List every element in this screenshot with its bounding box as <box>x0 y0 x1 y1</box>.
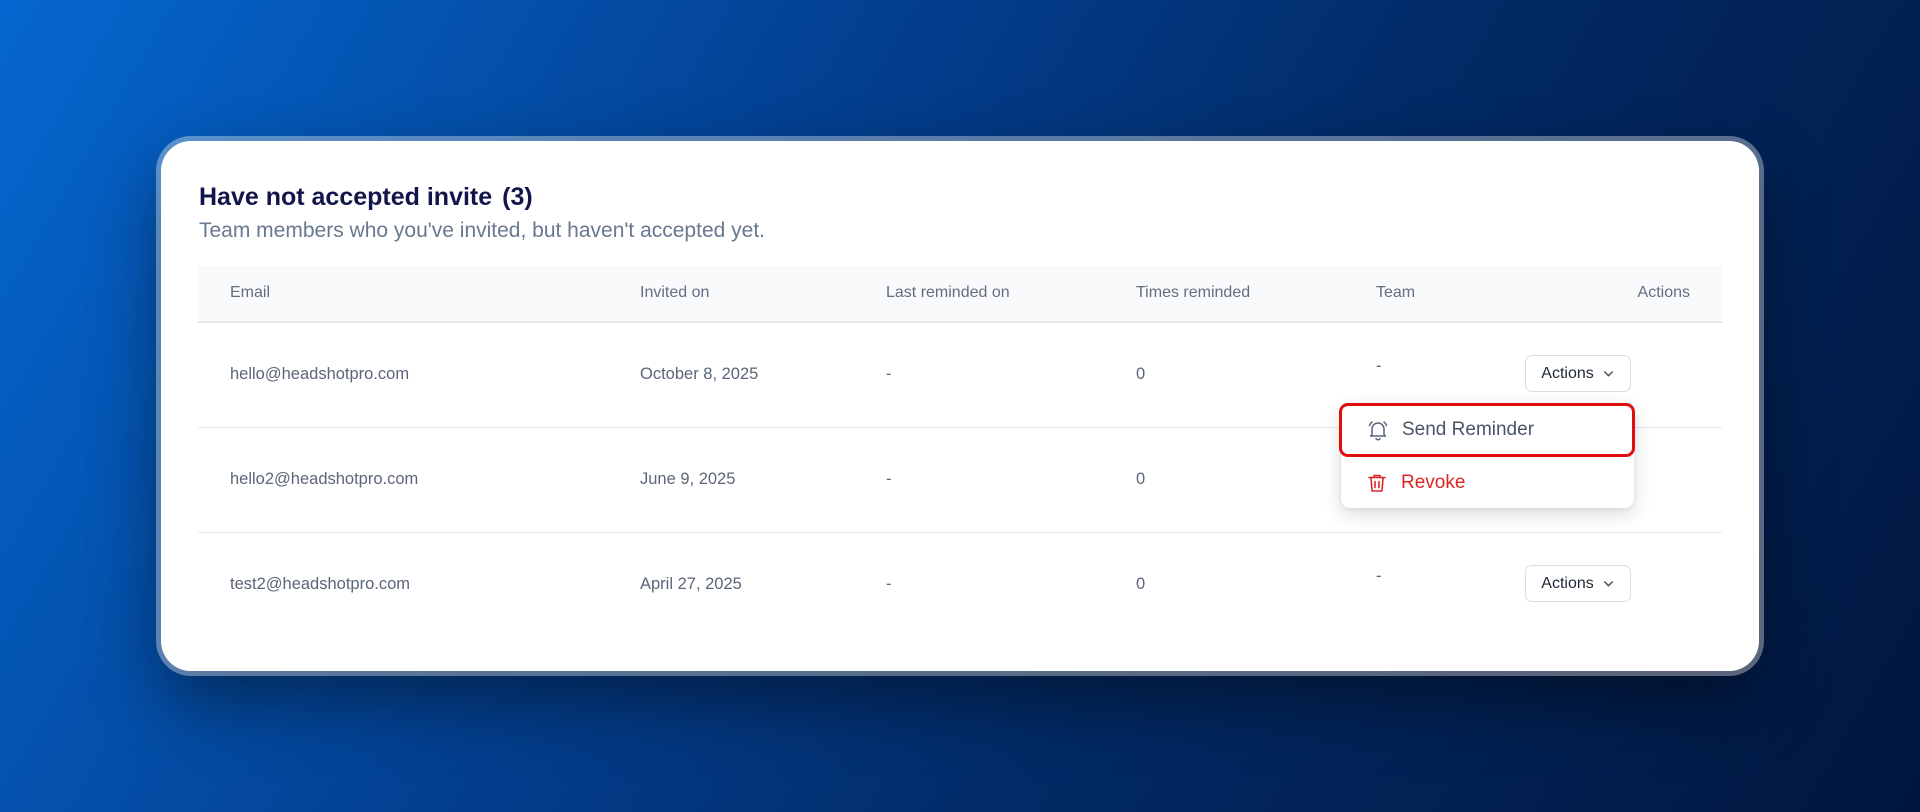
send-reminder-label: Send Reminder <box>1402 419 1535 440</box>
column-header-invited-on: Invited on <box>640 284 710 301</box>
table-row: test2@headshotpro.com April 27, 2025 - 0… <box>198 533 1722 637</box>
cell-email: hello@headshotpro.com <box>230 365 410 383</box>
cell-last-reminded: - <box>886 575 892 593</box>
cell-invited-on: June 9, 2025 <box>640 470 736 488</box>
table-header: Email Invited on Last reminded on Times … <box>198 266 1722 323</box>
invite-count: (3) <box>502 183 533 211</box>
section-subtitle: Team members who you've invited, but hav… <box>199 219 765 242</box>
section-title: Have not accepted invite (3) <box>199 183 533 212</box>
cell-invited-on: April 27, 2025 <box>640 575 742 593</box>
chevron-down-icon <box>1603 371 1613 377</box>
actions-dropdown-button[interactable]: Actions <box>1525 565 1631 602</box>
column-header-last-reminded: Last reminded on <box>886 284 1010 301</box>
trash-icon <box>1368 474 1386 492</box>
cell-invited-on: October 8, 2025 <box>640 365 759 383</box>
cell-last-reminded: - <box>886 470 892 488</box>
actions-button-label: Actions <box>1541 364 1594 382</box>
section-title-text: Have not accepted invite <box>199 183 493 211</box>
cell-times-reminded: 0 <box>1136 365 1146 383</box>
cell-email: hello2@headshotpro.com <box>230 470 419 488</box>
actions-dropdown-button[interactable]: Actions <box>1525 355 1631 392</box>
cell-team: - <box>1376 357 1382 375</box>
column-header-email: Email <box>230 284 271 301</box>
actions-dropdown-menu: Send Reminder Revoke <box>1339 403 1635 508</box>
cell-team: - <box>1376 567 1382 585</box>
revoke-menu-item[interactable]: Revoke <box>1341 458 1634 508</box>
cell-times-reminded: 0 <box>1136 575 1146 593</box>
cell-times-reminded: 0 <box>1136 470 1146 488</box>
cell-last-reminded: - <box>886 365 892 383</box>
actions-button-label: Actions <box>1541 574 1594 592</box>
bell-icon <box>1368 421 1388 441</box>
revoke-label: Revoke <box>1401 472 1466 493</box>
chevron-down-icon <box>1603 581 1613 587</box>
column-header-actions: Actions <box>1637 284 1690 301</box>
cell-email: test2@headshotpro.com <box>230 575 411 593</box>
column-header-team: Team <box>1376 284 1416 301</box>
column-header-times-reminded: Times reminded <box>1136 284 1251 301</box>
send-reminder-menu-item[interactable]: Send Reminder <box>1339 403 1635 457</box>
